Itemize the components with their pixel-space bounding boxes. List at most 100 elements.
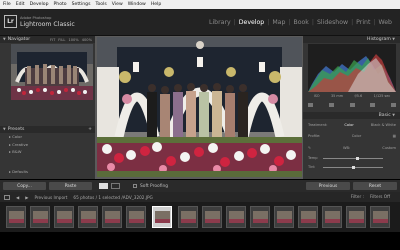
filmstrip-bar: ◀ ▶ Previous Import 65 photos / 1 select… — [0, 192, 400, 202]
previous-import[interactable]: Previous Import — [34, 195, 67, 200]
menu-develop[interactable]: Develop — [30, 2, 49, 7]
module-develop[interactable]: Develop — [237, 19, 266, 26]
module-web[interactable]: Web — [377, 19, 395, 26]
preset-group-creative[interactable]: ▸ Creative — [0, 140, 95, 147]
filmstrip-thumb[interactable] — [226, 206, 246, 228]
previous-button[interactable]: Previous — [306, 182, 350, 190]
image-toolbar: Soft Proofing — [95, 180, 303, 192]
crop-tool-icon[interactable] — [308, 103, 313, 107]
eyedropper-icon[interactable]: ✎ — [308, 146, 311, 150]
right-button-row: Previous Reset — [303, 180, 400, 192]
gradient-tool-icon[interactable] — [391, 103, 396, 107]
copy-button[interactable]: Copy... — [3, 182, 46, 190]
treatment-label: Treatment: — [308, 123, 328, 127]
grid-view-icon[interactable] — [4, 194, 10, 200]
menu-view[interactable]: View — [112, 2, 123, 7]
mask-tool-icon[interactable] — [370, 103, 376, 107]
filmstrip-thumb[interactable] — [370, 206, 390, 228]
module-library[interactable]: Library — [207, 19, 233, 26]
menu-window[interactable]: Window — [128, 2, 146, 7]
add-preset-button[interactable]: + — [88, 127, 92, 132]
module-book[interactable]: Book — [291, 19, 310, 26]
lightroom-logo: Lr — [4, 15, 17, 28]
forward-icon[interactable]: ▶ — [25, 195, 28, 200]
zoom-100[interactable]: 100% — [68, 38, 78, 42]
filmstrip-thumb[interactable] — [78, 206, 98, 228]
collapse-triangle-icon: ▼ — [3, 37, 6, 41]
filter-label: Filter : — [350, 194, 364, 199]
menu-tools[interactable]: Tools — [95, 2, 106, 7]
preset-group-color[interactable]: ▸ Color — [0, 133, 95, 140]
before-after-icon[interactable] — [111, 183, 120, 189]
filmstrip-thumb[interactable] — [298, 206, 318, 228]
filmstrip-thumb-selected[interactable] — [152, 206, 172, 228]
menu-help[interactable]: Help — [151, 2, 161, 7]
temp-slider[interactable] — [323, 157, 383, 160]
defaults-group[interactable]: ▸ Defaults — [0, 169, 95, 174]
app-header: Lr Adobe Photoshop Lightroom Classic Lib… — [0, 9, 400, 36]
left-button-row: Copy... Paste — [0, 180, 95, 192]
filmstrip-thumb[interactable] — [346, 206, 366, 228]
preset-group-bw[interactable]: ▸ B&W — [0, 148, 95, 155]
filmstrip-thumb[interactable] — [54, 206, 74, 228]
filmstrip-thumb[interactable] — [6, 206, 26, 228]
heal-tool-icon[interactable] — [328, 103, 334, 107]
menu-edit[interactable]: Edit — [16, 2, 25, 7]
treatment-color[interactable]: Color — [344, 123, 353, 127]
filmstrip-thumb[interactable] — [126, 206, 146, 228]
filmstrip-thumb[interactable] — [274, 206, 294, 228]
menu-photo[interactable]: Photo — [54, 2, 67, 7]
filmstrip-thumb[interactable] — [30, 206, 50, 228]
filmstrip-thumb[interactable] — [202, 206, 222, 228]
filmstrip — [0, 202, 400, 232]
filmstrip-thumb[interactable] — [322, 206, 342, 228]
zoom-fill[interactable]: FILL — [58, 38, 65, 42]
back-icon[interactable]: ◀ — [16, 195, 19, 200]
navigator-preview[interactable] — [11, 44, 93, 100]
wb-label: WB: — [343, 146, 351, 150]
tint-slider[interactable] — [323, 166, 383, 169]
os-bottom-area — [0, 232, 400, 250]
main-photo[interactable] — [97, 37, 302, 177]
filmstrip-thumb[interactable] — [102, 206, 122, 228]
treatment-bw[interactable]: Black & White — [371, 123, 396, 127]
filter-select[interactable]: Filters Off — [370, 194, 390, 199]
module-map[interactable]: Map — [270, 19, 287, 26]
zoom-400[interactable]: 400% — [82, 38, 92, 42]
paste-button[interactable]: Paste — [49, 182, 92, 190]
wb-select[interactable]: Custom — [382, 146, 396, 150]
zoom-options: FIT FILL 100% 400% — [50, 38, 92, 42]
temp-slider-knob[interactable] — [356, 157, 359, 160]
presets-section: ▼ Presets + ▸ Color ▸ Creative ▸ B&W — [0, 126, 95, 155]
exif-focal: 35 mm — [331, 94, 343, 98]
filmstrip-thumb[interactable] — [178, 206, 198, 228]
brand-vendor: Adobe Photoshop — [20, 16, 52, 20]
redeye-tool-icon[interactable] — [349, 103, 355, 107]
filmstrip-thumb[interactable] — [250, 206, 270, 228]
histogram-title: Histogram — [366, 37, 391, 42]
basic-title: Basic — [378, 113, 391, 118]
module-slideshow[interactable]: Slideshow — [315, 19, 350, 26]
navigator-header[interactable]: ▼ Navigator FIT FILL 100% 400% — [0, 36, 95, 43]
exif-aperture: f/5.6 — [354, 94, 363, 98]
exif-shutter: 1/125 sec — [373, 94, 391, 98]
tint-slider-knob[interactable] — [352, 166, 355, 169]
reset-button[interactable]: Reset — [353, 182, 397, 190]
collapse-triangle-icon: ▼ — [3, 127, 6, 131]
loupe-view-icon[interactable] — [99, 183, 108, 189]
profile-browser-icon[interactable]: ▦ — [393, 134, 396, 138]
soft-proofing-label: Soft Proofing — [140, 183, 169, 189]
module-print[interactable]: Print — [354, 19, 372, 26]
profile-select[interactable]: Color — [352, 134, 361, 138]
menu-file[interactable]: File — [3, 2, 11, 7]
histogram-graph[interactable] — [308, 44, 396, 92]
presets-header[interactable]: ▼ Presets + — [0, 126, 95, 133]
menu-settings[interactable]: Settings — [72, 2, 91, 7]
soft-proofing-checkbox[interactable] — [133, 184, 137, 188]
temp-label: Temp — [308, 156, 318, 160]
zoom-fit[interactable]: FIT — [50, 38, 55, 42]
basic-header[interactable]: Basic ▼ — [303, 112, 400, 119]
filter-area: Filter : Filters Off — [351, 194, 390, 199]
histogram-header[interactable]: Histogram ▼ — [303, 36, 400, 43]
exif-info: ISO 35 mm f/5.6 1/125 sec — [308, 94, 396, 98]
